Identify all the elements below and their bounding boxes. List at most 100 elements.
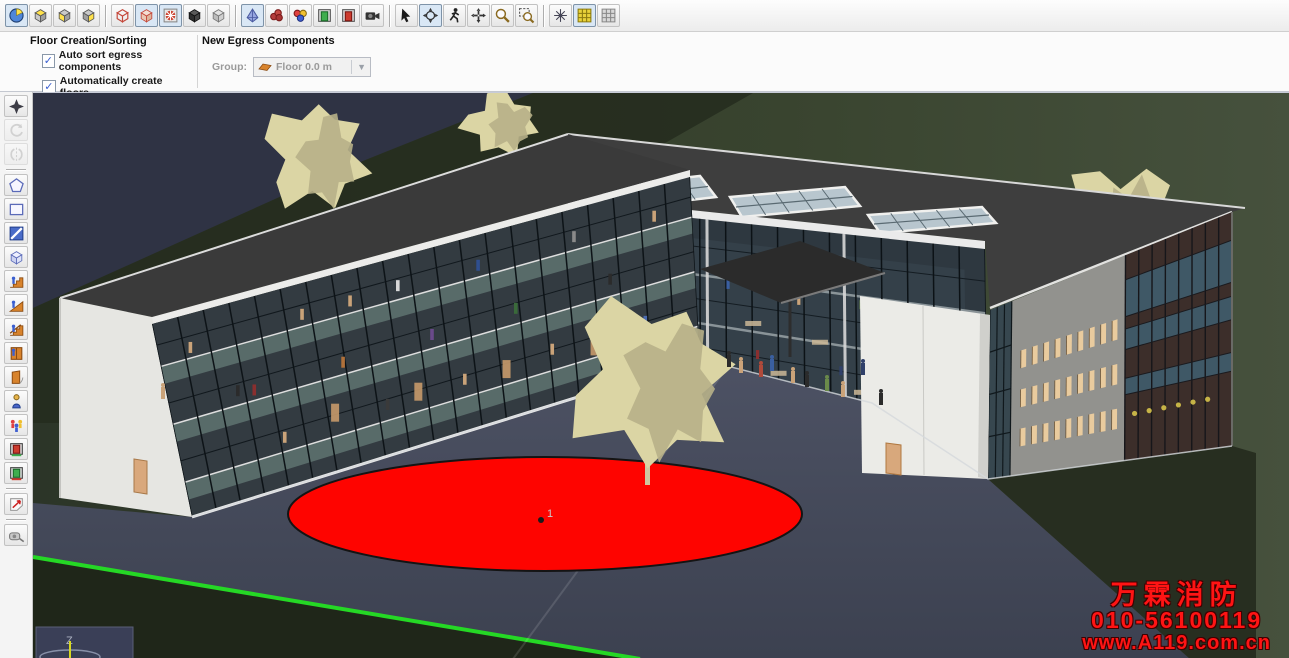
render-wireframe-icon (114, 7, 131, 24)
stairs-tool-button[interactable] (4, 270, 28, 292)
ramp-tool-button[interactable] (4, 294, 28, 316)
record-movie-button[interactable] (361, 4, 384, 27)
record-movie-icon (364, 7, 381, 24)
group-label: Group: (212, 61, 247, 73)
occupant-tool-icon (8, 393, 25, 410)
shade-light-icon (210, 7, 227, 24)
orbit-tool-button[interactable] (419, 4, 442, 27)
grid-on-icon (576, 7, 593, 24)
zoom-tool-button[interactable] (491, 4, 514, 27)
view-top-button[interactable] (29, 4, 52, 27)
exit-door-tool-icon (8, 441, 25, 458)
toolbar-separator (105, 5, 106, 27)
escalator-tool-icon (8, 321, 25, 338)
toolbar-separator (6, 169, 26, 170)
view-front-button[interactable] (53, 4, 76, 27)
movement-group-tool-button[interactable] (4, 493, 28, 515)
show-doors-icon (316, 7, 333, 24)
shade-light-button[interactable] (207, 4, 230, 27)
view-front-icon (56, 7, 73, 24)
show-textures-button[interactable] (159, 4, 182, 27)
obstruction-tool-button[interactable] (4, 246, 28, 268)
ramp-tool-icon (8, 297, 25, 314)
svg-text:1: 1 (547, 508, 553, 520)
ribbon-panel: Floor Creation/Sorting Auto sort egress … (0, 32, 1289, 92)
axis-tool-icon (552, 7, 569, 24)
shade-dark-icon (186, 7, 203, 24)
measure-tool-icon (8, 527, 25, 544)
door-tool-icon (8, 369, 25, 386)
render-wireframe-button[interactable] (111, 4, 134, 27)
pan-tool-button[interactable] (467, 4, 490, 27)
group-dropdown[interactable]: Floor 0.0 m ▼ (253, 57, 371, 77)
toolbar-separator (543, 5, 544, 27)
toolbar-separator (389, 5, 390, 27)
danger-zone-circle[interactable] (288, 457, 802, 571)
elevator-tool-icon (8, 345, 25, 362)
occupant-tool-button[interactable] (4, 390, 28, 412)
show-doors-button[interactable] (313, 4, 336, 27)
door-tool-button[interactable] (4, 366, 28, 388)
new-egress-components-group: New Egress Components Group: Floor 0.0 m… (202, 35, 382, 77)
measure-tool-button[interactable] (4, 524, 28, 546)
view-side-button[interactable] (77, 4, 100, 27)
stairs-tool-icon (8, 273, 25, 290)
end-wall-door (134, 459, 147, 494)
select-tool-icon (398, 7, 415, 24)
render-solid-button[interactable] (135, 4, 158, 27)
auto-sort-checkbox[interactable] (42, 54, 55, 68)
exit-door-tool-button[interactable] (4, 438, 28, 460)
rotate-tool-icon (8, 122, 25, 139)
show-geometry-button[interactable] (241, 4, 264, 27)
zoom-box-tool-button[interactable] (515, 4, 538, 27)
group-dropdown-value: Floor 0.0 m (276, 61, 351, 73)
view-perspective-icon (8, 7, 25, 24)
ribbon-divider (197, 35, 198, 88)
mirror-tool-button[interactable] (4, 143, 28, 165)
select-tool-button[interactable] (395, 4, 418, 27)
polygon-room-tool-button[interactable] (4, 174, 28, 196)
orbit-tool-icon (422, 7, 439, 24)
zoom-tool-icon (494, 7, 511, 24)
occupant-group-tool-icon (8, 417, 25, 434)
polygon-room-tool-icon (8, 177, 25, 194)
walk-tool-button[interactable] (443, 4, 466, 27)
movement-group-tool-icon (8, 496, 25, 513)
axis-tool-button[interactable] (549, 4, 572, 27)
thin-room-tool-button[interactable] (4, 222, 28, 244)
auto-sort-label: Auto sort egress components (59, 49, 192, 73)
show-occupants-button[interactable] (265, 4, 288, 27)
occupant-group-tool-button[interactable] (4, 414, 28, 436)
floor-group-title: Floor Creation/Sorting (30, 35, 192, 47)
top-toolbar (0, 0, 1289, 32)
3d-viewport[interactable]: 1 Z 万霖消防 010-56100119 www.A119.com.cn (33, 92, 1289, 658)
chevron-down-icon: ▼ (351, 60, 366, 74)
navigation-gizmo[interactable]: Z (36, 627, 133, 658)
show-occupants-icon (268, 7, 285, 24)
interior-door-tool-button[interactable] (4, 462, 28, 484)
thin-room-tool-icon (8, 225, 25, 242)
grid-on-button[interactable] (573, 4, 596, 27)
view-side-icon (80, 7, 97, 24)
elevator-tool-button[interactable] (4, 342, 28, 364)
walk-tool-icon (446, 7, 463, 24)
show-exits-button[interactable] (337, 4, 360, 27)
escalator-tool-button[interactable] (4, 318, 28, 340)
mirror-tool-icon (8, 146, 25, 163)
render-solid-icon (138, 7, 155, 24)
shade-dark-button[interactable] (183, 4, 206, 27)
rotate-tool-button[interactable] (4, 119, 28, 141)
show-textures-icon (162, 7, 179, 24)
rectangle-room-tool-button[interactable] (4, 198, 28, 220)
show-groups-button[interactable] (289, 4, 312, 27)
show-geometry-icon (244, 7, 261, 24)
scene-canvas: 1 Z (33, 93, 1289, 658)
move-tool-button[interactable] (4, 95, 28, 117)
obstruction-tool-icon (8, 249, 25, 266)
pan-tool-icon (470, 7, 487, 24)
show-groups-icon (292, 7, 309, 24)
grid-off-button[interactable] (597, 4, 620, 27)
grid-off-icon (600, 7, 617, 24)
view-perspective-button[interactable] (5, 4, 28, 27)
zoom-box-tool-icon (518, 7, 535, 24)
